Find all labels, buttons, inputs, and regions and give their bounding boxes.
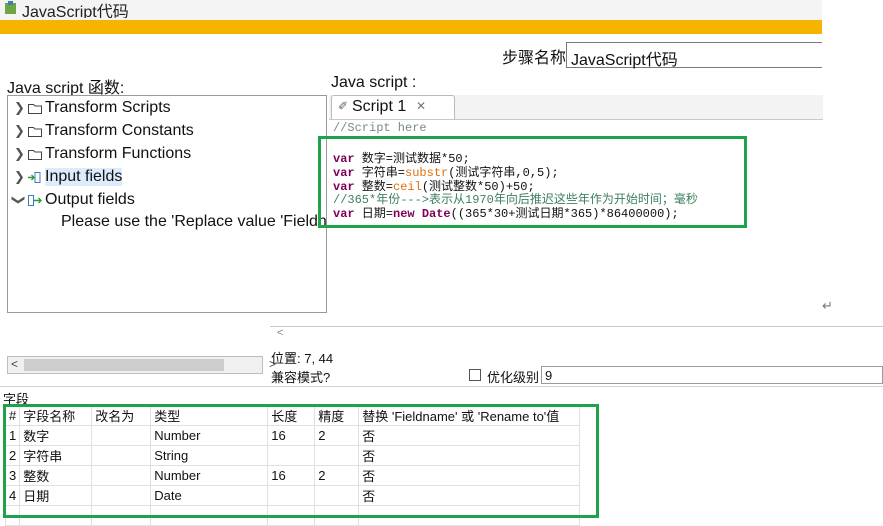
resize-corner-icon: ↵ — [822, 298, 833, 313]
scroll-thumb[interactable] — [24, 359, 224, 371]
script-panel-title: Java script : — [331, 74, 417, 91]
script-icon: ✐ — [338, 99, 349, 113]
optimize-level-label: 优化级别 — [487, 370, 540, 385]
tree-item-label: Transform Constants — [45, 122, 194, 139]
chevron-right-icon[interactable]: ❯ — [14, 169, 25, 185]
accent-bar — [0, 20, 822, 34]
step-name-label: 步骤名称 — [502, 50, 567, 67]
window-title: JavaScript代码 — [22, 4, 129, 18]
code-highlight-box — [318, 136, 747, 228]
optimize-level-input[interactable]: 9 — [541, 366, 883, 384]
cursor-position: 位置: 7, 44 — [271, 351, 334, 366]
chevron-right-icon[interactable]: ❯ — [14, 146, 25, 162]
scroll-left-icon[interactable]: < — [277, 327, 283, 339]
code-comment: //Script here — [333, 121, 427, 135]
tree-item-transform-functions[interactable]: ❯ Transform Functions — [8, 144, 326, 166]
chevron-right-icon[interactable]: ❯ — [14, 123, 25, 139]
folder-icon — [28, 150, 42, 160]
tab-script-1[interactable]: ✐ Script 1 ✕ — [331, 95, 455, 119]
tree-item-label: Please use the 'Replace value 'Fieldname… — [61, 213, 327, 230]
tree-item-transform-constants[interactable]: ❯ Transform Constants — [8, 121, 326, 143]
window-titlebar: JavaScript代码 — [0, 0, 822, 34]
chevron-right-icon[interactable]: ❯ — [14, 100, 25, 116]
tree-item-input-fields[interactable]: ❯ Input fields — [8, 167, 326, 189]
compat-mode-label: 兼容模式? — [271, 370, 331, 385]
function-tree[interactable]: ❯ Transform Scripts ❯ Transform Constant… — [7, 95, 327, 313]
app-icon — [5, 1, 16, 14]
section-divider — [0, 386, 883, 387]
table-highlight-box — [3, 404, 599, 518]
folder-icon — [28, 127, 42, 137]
input-fields-icon — [28, 172, 41, 183]
tree-item-label: Transform Scripts — [45, 99, 171, 116]
tree-item-label: Output fields — [45, 191, 135, 208]
scroll-left-icon[interactable]: < — [11, 357, 18, 371]
tree-item-output-fields[interactable]: ❯ Output fields — [8, 190, 326, 212]
tree-item-label: Input fields — [45, 168, 123, 186]
tab-label: Script 1 — [352, 98, 407, 115]
editor-tab-strip: ✐ Script 1 ✕ — [329, 95, 823, 120]
tree-item-label: Transform Functions — [45, 145, 192, 162]
folder-icon — [28, 104, 42, 114]
tree-item-output-hint[interactable]: Please use the 'Replace value 'Fieldname… — [61, 213, 327, 235]
tree-item-transform-scripts[interactable]: ❯ Transform Scripts — [8, 98, 326, 120]
editor-horizontal-scrollbar[interactable]: < — [270, 326, 883, 343]
output-fields-icon — [28, 195, 42, 206]
chevron-down-icon[interactable]: ❯ — [10, 195, 26, 206]
tree-horizontal-scrollbar[interactable]: < > — [7, 356, 276, 374]
step-name-input[interactable]: JavaScript代码 — [566, 42, 822, 69]
code-line-1[interactable]: //Script here — [333, 121, 427, 135]
optimize-checkbox[interactable] — [469, 369, 481, 381]
close-icon[interactable]: ✕ — [416, 99, 426, 113]
